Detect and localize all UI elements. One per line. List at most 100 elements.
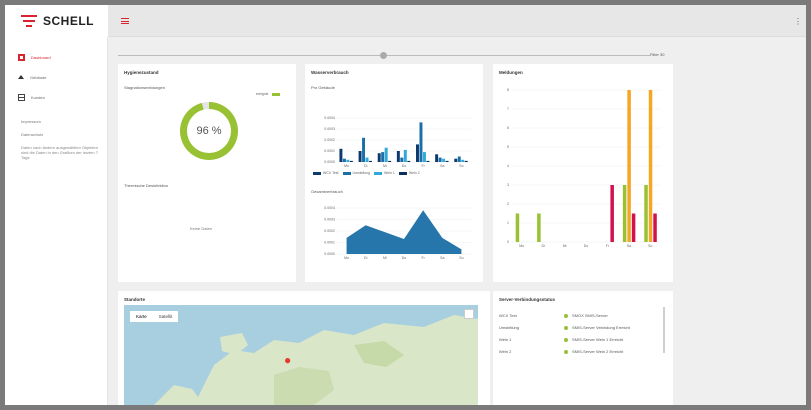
x-tick-label: Fr: [421, 164, 425, 168]
card-title: Wasserverbrauch: [311, 70, 349, 75]
date-range-slider-handle[interactable]: [380, 52, 387, 59]
server-status: SMIS-Server Weln 2 Erreicht: [572, 349, 624, 354]
y-tick-label: 7: [507, 107, 509, 111]
server-status-card: Server-Verbindungsstatus WCX Test SMOX S…: [493, 291, 673, 405]
brand-name: SCHELL: [43, 14, 94, 28]
y-tick-label: 0.0002: [324, 229, 335, 233]
legend-swatch: [342, 171, 351, 175]
map-tab-satellite[interactable]: Satellit: [153, 311, 179, 322]
legend-label: Weln 1: [384, 171, 395, 175]
server-name: Umstellung: [499, 325, 520, 330]
server-name: Weln 2: [499, 349, 512, 354]
sidebar-note: Daten nach ändern ausgewählten Objekten …: [21, 145, 98, 160]
card-title: Meldungen: [499, 70, 523, 75]
y-tick-label: 0.0002: [324, 138, 335, 142]
bar: [442, 158, 446, 162]
x-tick-label: Do: [584, 244, 589, 248]
home-icon: [18, 75, 24, 79]
x-tick-label: Sa: [440, 256, 444, 260]
bar: [515, 213, 520, 242]
sidebar-item-dashboard[interactable]: Dashboard: [5, 47, 107, 67]
bar: [644, 185, 648, 242]
sidebar-item-buildings[interactable]: Gebäude: [5, 67, 107, 87]
schell-logo-icon: [21, 15, 37, 27]
bar: [369, 160, 372, 162]
slider-label: Filter 30: [650, 52, 665, 57]
bar: [454, 158, 458, 162]
table-icon: [18, 93, 25, 101]
y-tick-label: 4: [507, 164, 509, 168]
sidebar-item-customers[interactable]: Kunden: [5, 87, 107, 107]
x-tick-label: Fr: [606, 244, 610, 248]
y-tick-label: 0.0004: [324, 116, 335, 120]
y-tick-label: 5: [507, 145, 509, 149]
bar: [537, 213, 541, 242]
legend-label: Umstellung: [352, 171, 371, 175]
status-dot-icon: [564, 313, 568, 318]
main-content: Filter 30 Hygienezustand Stagnationsmeld…: [108, 37, 806, 405]
sidebar-item-label: Gebäude: [30, 74, 47, 80]
top-bar: ⋮: [108, 5, 806, 37]
bar: [426, 160, 430, 162]
x-tick-label: Sa: [440, 164, 444, 168]
messages-card: Meldungen 8 7 6 5 4 3 2 1 0 Mo Di Mi Do Fr Sa So: [493, 64, 673, 282]
bar: [648, 90, 653, 242]
server-status: SMOX SMIS-Server: [572, 313, 608, 318]
bar: [416, 144, 419, 162]
y-tick-label: 8: [507, 88, 509, 92]
location-map[interactable]: Karte Satellit ●: [124, 305, 478, 405]
imprint-link[interactable]: Impressum: [21, 119, 99, 124]
bar: [346, 159, 350, 162]
list-item: Umstellung SMIS-Server Vebindung Erreich…: [499, 325, 659, 330]
bar: [653, 213, 657, 242]
dashboard-icon: [18, 53, 25, 61]
total-usage-subtitle: Gesamtverbrauch: [311, 189, 343, 194]
legend-label: WCX Test: [323, 171, 339, 175]
bar: [339, 148, 343, 162]
list-item: WCX Test SMOX SMIS-Server: [499, 313, 659, 318]
y-tick-label: 0.0003: [324, 127, 335, 131]
list-item: Weln 1 SMIS-Server Weln 1 Erreicht: [499, 337, 659, 342]
status-dot-icon: [564, 325, 568, 330]
card-title: Standorte: [124, 297, 146, 302]
x-tick-label: Mi: [383, 164, 387, 168]
per-building-bar-chart: 0.0004 0.0003 0.0002 0.0001 0.0000 Mo Di Mi Do Fr…: [324, 116, 471, 168]
fullscreen-icon[interactable]: [464, 309, 474, 319]
privacy-link[interactable]: Datenschutz: [21, 132, 99, 137]
map-type-tabs: Karte Satellit: [130, 311, 179, 322]
bar: [435, 154, 439, 162]
bar: [400, 157, 404, 162]
sidebar-links: Impressum Datenschutz Daten nach ändern …: [5, 119, 107, 160]
bar: [610, 185, 614, 242]
hamburger-icon[interactable]: [121, 18, 129, 24]
disinfection-subtitle: Thermische Desinfektion: [124, 183, 169, 188]
x-tick-label: So: [459, 164, 463, 168]
x-tick-label: Mi: [383, 256, 387, 260]
legend-swatch: [374, 171, 383, 175]
stagnation-subtitle: Stagnationsmeldungen: [124, 85, 165, 90]
x-tick-label: Fr: [421, 256, 425, 260]
empty-state: Keine Daten: [190, 226, 213, 231]
list-item: Weln 2 SMIS-Server Weln 2 Erreicht: [499, 349, 659, 354]
bar: [388, 160, 392, 162]
bar: [342, 158, 346, 162]
y-tick-label: 1: [507, 221, 509, 225]
card-title: Hygienezustand: [124, 70, 159, 75]
sidebar: Dashboard Gebäude Kunden Impressum Daten…: [5, 37, 108, 405]
y-tick-label: 2: [507, 202, 509, 206]
sidebar-item-label: Kunden: [31, 94, 45, 100]
location-pin-icon[interactable]: ●: [284, 353, 291, 367]
bar: [464, 160, 468, 162]
donut-value: 96 %: [196, 125, 222, 137]
sidebar-nav: Dashboard Gebäude Kunden: [5, 47, 107, 107]
more-options-icon[interactable]: ⋮: [794, 17, 802, 26]
bar: [422, 152, 426, 162]
list-scrollbar[interactable]: [663, 307, 665, 353]
per-building-subtitle: Pro Gebäude: [311, 85, 335, 90]
area-series: [346, 210, 462, 254]
bar: [349, 160, 353, 162]
map-tab-map[interactable]: Karte: [130, 311, 153, 322]
bar: [438, 157, 442, 162]
bar: [365, 157, 369, 162]
brand-logo[interactable]: SCHELL: [5, 5, 108, 37]
